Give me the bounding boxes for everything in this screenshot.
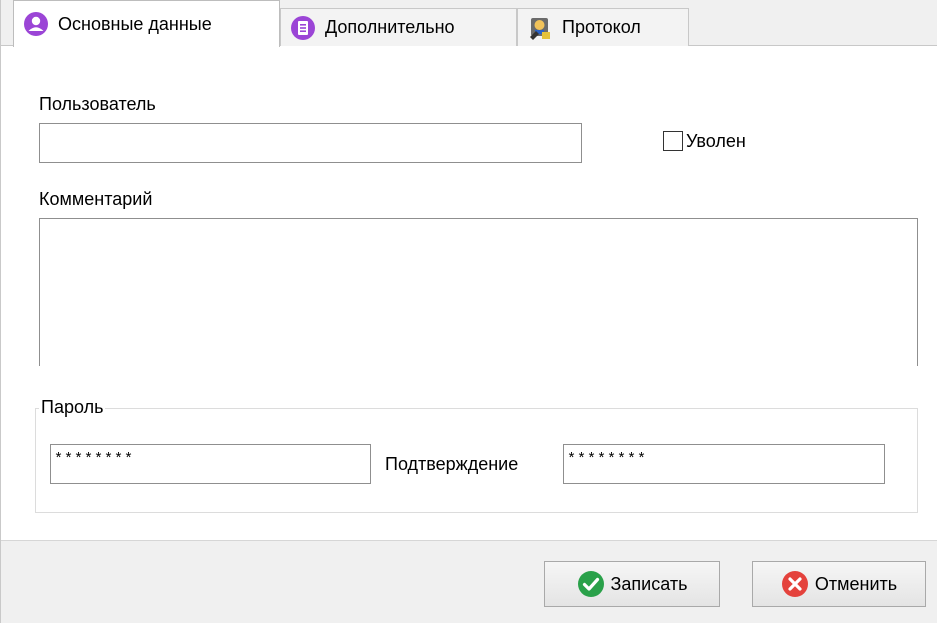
tab-main-data[interactable]: Основные данные bbox=[13, 0, 280, 47]
cancel-button-label: Отменить bbox=[814, 573, 898, 594]
tab-additional-label: Дополнительно bbox=[325, 17, 455, 37]
confirm-password-input[interactable]: ******** bbox=[563, 444, 885, 484]
fired-label: Уволен bbox=[686, 131, 746, 151]
password-group-title: Пароль bbox=[39, 397, 106, 418]
user-label: Пользователь bbox=[39, 94, 156, 114]
protocol-icon bbox=[526, 14, 554, 42]
fired-checkbox[interactable] bbox=[663, 131, 683, 151]
close-icon bbox=[781, 570, 809, 598]
save-button[interactable]: Записать bbox=[544, 561, 720, 607]
tab-main-data-label: Основные данные bbox=[58, 13, 212, 34]
confirm-label: Подтверждение bbox=[385, 454, 519, 474]
tab-protocol[interactable]: Протокол bbox=[517, 8, 689, 46]
save-button-label: Записать bbox=[610, 573, 688, 594]
cancel-button[interactable]: Отменить bbox=[752, 561, 926, 607]
checkmark-icon bbox=[577, 570, 605, 598]
user-edit-dialog: Основные данные Дополнительно Протокол П… bbox=[0, 0, 937, 623]
password-input[interactable]: ******** bbox=[50, 444, 371, 484]
document-list-icon bbox=[289, 14, 317, 42]
user-circle-icon bbox=[22, 10, 50, 38]
user-input[interactable] bbox=[39, 123, 582, 163]
tab-protocol-label: Протокол bbox=[562, 17, 641, 37]
comment-label: Комментарий bbox=[39, 189, 153, 209]
tab-strip: Основные данные Дополнительно Протокол bbox=[1, 0, 937, 47]
dialog-footer: Записать Отменить bbox=[1, 540, 937, 623]
comment-textarea[interactable] bbox=[39, 218, 918, 366]
tab-additional[interactable]: Дополнительно bbox=[280, 8, 517, 46]
